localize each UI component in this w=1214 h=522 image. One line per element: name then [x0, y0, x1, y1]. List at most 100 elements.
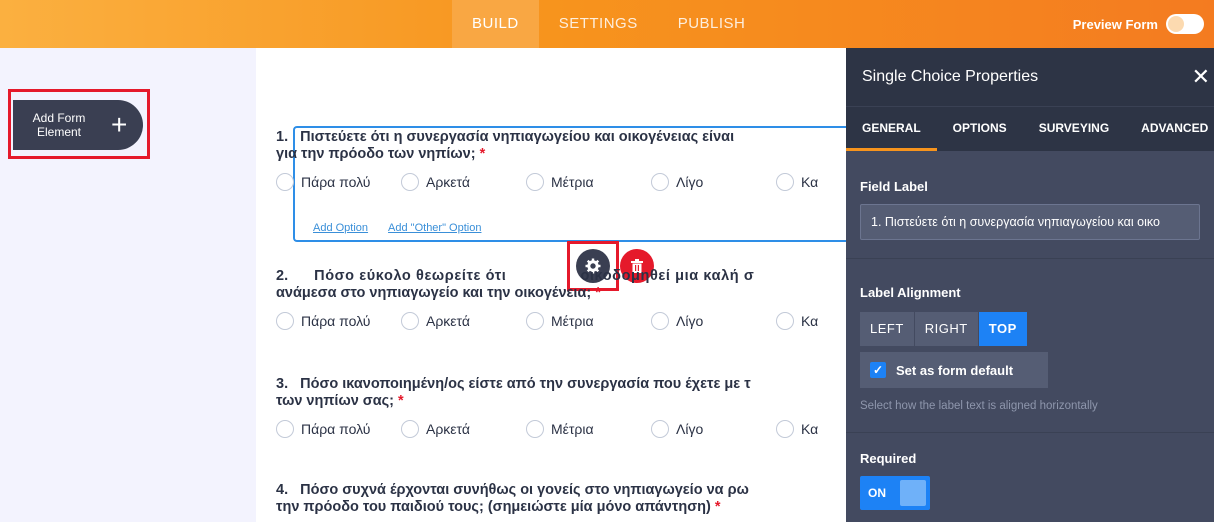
question-3-options: Πάρα πολύ Αρκετά Μέτρια Λίγο Κα — [276, 419, 866, 439]
question-4-line2: την πρόοδο του παιδιού τους; (σημειώστε … — [276, 499, 711, 515]
tab-advanced[interactable]: ADVANCED — [1125, 107, 1214, 151]
option-ka[interactable]: Κα — [776, 312, 818, 330]
option-label: Πάρα πολύ — [301, 313, 371, 329]
set-as-default-checkbox[interactable]: ✓ Set as form default — [860, 352, 1048, 388]
preview-toggle-switch[interactable] — [1166, 14, 1204, 34]
option-arketa[interactable]: Αρκετά — [401, 173, 526, 191]
question-3-title: 3. Πόσο ικανοποιημένη/ος είστε από την σ… — [276, 376, 866, 393]
question-1-options: Πάρα πολύ Αρκετά Μέτρια Λίγο Κα — [276, 172, 866, 192]
properties-tabs: GENERAL OPTIONS SURVEYING ADVANCED — [846, 106, 1214, 151]
properties-panel-header: Single Choice Properties ✕ — [846, 48, 1214, 106]
radio-icon — [776, 420, 794, 438]
tab-general[interactable]: GENERAL — [846, 107, 937, 151]
radio-icon — [651, 173, 669, 191]
question-1-title: 1. Πιστεύετε ότι η συνεργασία νηπιαγωγεί… — [276, 129, 866, 146]
required-state: ON — [868, 486, 886, 500]
question-1-title-line2: για την πρόοδο των νηπίων; * — [276, 146, 866, 163]
question-1-line2: για την πρόοδο των νηπίων; — [276, 146, 476, 162]
toggle-knob — [1168, 16, 1184, 32]
tab-build[interactable]: BUILD — [452, 0, 539, 48]
radio-icon — [276, 312, 294, 330]
option-label: Πάρα πολύ — [301, 421, 371, 437]
question-3-title-line2: των νηπίων σας; * — [276, 393, 866, 410]
question-4-title-line2: την πρόοδο του παιδιού τους; (σημειώστε … — [276, 499, 866, 516]
label-alignment-section: Label Alignment LEFT RIGHT TOP ✓ Set as … — [846, 259, 1214, 432]
radio-icon — [276, 420, 294, 438]
tab-options[interactable]: OPTIONS — [937, 107, 1023, 151]
radio-icon — [401, 173, 419, 191]
add-option-link[interactable]: Add Option — [313, 222, 368, 234]
set-as-default-label: Set as form default — [896, 362, 1014, 378]
add-other-option-link[interactable]: Add "Other" Option — [388, 222, 481, 234]
field-label-title: Field Label — [860, 179, 928, 194]
option-label: Λίγο — [676, 421, 704, 437]
checkmark-icon: ✓ — [870, 362, 886, 378]
radio-icon — [401, 312, 419, 330]
required-asterisk: * — [595, 285, 601, 301]
option-arketa[interactable]: Αρκετά — [401, 420, 526, 438]
option-metria[interactable]: Μέτρια — [526, 312, 651, 330]
option-label: Μέτρια — [551, 421, 594, 437]
align-right-button[interactable]: RIGHT — [914, 312, 979, 346]
option-label: Αρκετά — [426, 421, 470, 437]
radio-icon — [776, 312, 794, 330]
question-3-line1: Πόσο ικανοποιημένη/ος είστε από την συνε… — [300, 376, 751, 392]
tab-surveying[interactable]: SURVEYING — [1023, 107, 1125, 151]
add-form-element-label: Add Form Element — [32, 111, 86, 139]
question-2-title-line2: ανάμεσα στο νηπιαγωγείο και την οικογένε… — [276, 285, 866, 302]
question-1-number: 1. — [276, 129, 289, 145]
preview-form-label: Preview Form — [1072, 16, 1158, 32]
question-2-line1b: οικοδομηθεί μια καλή σ — [580, 268, 755, 284]
question-4[interactable]: 4. Πόσο συχνά έρχονται συνήθως οι γονείς… — [276, 482, 866, 516]
question-2-line1: Πόσο εύκολο θεωρείτε ότι — [314, 268, 507, 284]
option-ligo[interactable]: Λίγο — [651, 312, 776, 330]
option-label: Μέτρια — [551, 313, 594, 329]
option-para-poly[interactable]: Πάρα πολύ — [276, 312, 401, 330]
option-metria[interactable]: Μέτρια — [526, 173, 651, 191]
radio-icon — [651, 420, 669, 438]
question-2[interactable]: 2. Πόσο εύκολο θεωρείτε ότι οικοδομηθεί … — [276, 268, 866, 331]
required-asterisk: * — [479, 146, 486, 162]
add-form-element-button[interactable]: Add Form Element + — [13, 100, 143, 150]
option-links: Add Option Add "Other" Option — [313, 222, 481, 234]
option-para-poly[interactable]: Πάρα πολύ — [276, 173, 401, 191]
option-ka[interactable]: Κα — [776, 420, 818, 438]
option-ligo[interactable]: Λίγο — [651, 420, 776, 438]
radio-icon — [526, 312, 544, 330]
required-section: Required ON — [846, 433, 1214, 510]
align-left-button[interactable]: LEFT — [860, 312, 915, 346]
option-label: Αρκετά — [426, 313, 470, 329]
close-icon[interactable]: ✕ — [1192, 48, 1210, 106]
option-label: Κα — [801, 313, 819, 329]
option-label: Λίγο — [676, 313, 704, 329]
required-toggle[interactable]: ON — [860, 476, 930, 510]
properties-panel-title: Single Choice Properties — [862, 68, 1039, 85]
question-2-options: Πάρα πολύ Αρκετά Μέτρια Λίγο Κα — [276, 311, 866, 331]
field-label-input[interactable]: 1. Πιστεύετε ότι η συνεργασία νηπιαγωγεί… — [860, 204, 1200, 240]
radio-icon — [526, 173, 544, 191]
option-para-poly[interactable]: Πάρα πολύ — [276, 420, 401, 438]
radio-icon — [276, 173, 294, 191]
option-ligo[interactable]: Λίγο — [651, 173, 776, 191]
option-ka[interactable]: Κα — [776, 173, 818, 191]
radio-icon — [776, 173, 794, 191]
option-label: Αρκετά — [426, 174, 470, 190]
question-4-number: 4. — [276, 482, 289, 498]
tab-settings[interactable]: SETTINGS — [539, 0, 658, 48]
question-2-number: 2. — [276, 268, 289, 284]
toggle-handle — [900, 480, 926, 506]
option-label: Πάρα πολύ — [301, 174, 371, 190]
preview-form-toggle[interactable]: Preview Form — [1073, 14, 1204, 34]
label-alignment-group: LEFT RIGHT TOP — [860, 312, 1200, 346]
question-1[interactable]: 1. Πιστεύετε ότι η συνεργασία νηπιαγωγεί… — [276, 129, 866, 192]
option-metria[interactable]: Μέτρια — [526, 420, 651, 438]
properties-panel: Single Choice Properties ✕ GENERAL OPTIO… — [846, 48, 1214, 522]
option-label: Κα — [801, 421, 819, 437]
align-top-button[interactable]: TOP — [978, 312, 1028, 346]
field-label-section: Field Label 1. Πιστεύετε ότι η συνεργασί… — [846, 151, 1214, 258]
question-3[interactable]: 3. Πόσο ικανοποιημένη/ος είστε από την σ… — [276, 376, 866, 439]
question-2-line2: ανάμεσα στο νηπιαγωγείο και την οικογένε… — [276, 285, 592, 301]
option-arketa[interactable]: Αρκετά — [401, 312, 526, 330]
tab-publish[interactable]: PUBLISH — [658, 0, 766, 48]
required-asterisk: * — [714, 499, 721, 515]
